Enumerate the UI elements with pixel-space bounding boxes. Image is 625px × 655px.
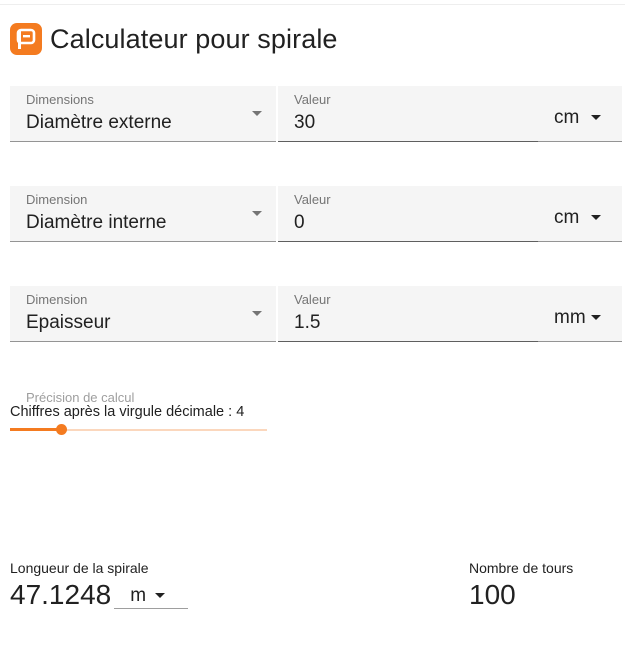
top-divider [0,0,625,5]
precision-slider[interactable] [10,423,267,437]
dropdown-arrow-icon [252,211,262,216]
value-input-label: Valeur [294,192,331,207]
length-result: Longueur de la spirale 47.1248 m [10,560,189,611]
value-input[interactable]: Valeur 1.5 [278,286,538,342]
dropdown-arrow-icon [591,215,601,220]
dropdown-arrow-icon [155,593,166,598]
dropdown-arrow-icon [252,111,262,116]
unit-select[interactable]: cm [538,86,622,142]
dimension-select[interactable]: Dimension Diamètre interne [10,186,276,242]
value-input-text: 0 [294,212,305,233]
length-unit-select[interactable]: m [114,576,189,609]
page-title: Calculateur pour spirale [50,23,338,54]
unit-select[interactable]: mm [538,286,622,342]
precision-slider-label: Chiffres après la virgule décimale : 4 [10,404,245,420]
dropdown-arrow-icon [591,115,601,120]
value-input[interactable]: Valeur 0 [278,186,538,242]
unit-select-value: mm [554,307,586,328]
value-input-text: 30 [294,112,316,133]
dimension-select-label: Dimension [26,192,88,207]
input-row-outer-diameter: Dimensions Diamètre externe Valeur 30 cm [10,86,622,142]
dropdown-arrow-icon [591,315,601,320]
dimension-select-label: Dimensions [26,92,94,107]
length-label: Longueur de la spirale [10,560,149,576]
unit-select[interactable]: cm [538,186,622,242]
value-input-label: Valeur [294,292,331,307]
length-value: 47.1248 [10,579,112,610]
slider-fill [10,428,61,431]
precision-control: Précision de calcul Chiffres après la vi… [10,390,280,440]
unit-select-value: cm [554,107,580,128]
dimension-select[interactable]: Dimension Epaisseur [10,286,276,342]
dimension-select-value: Epaisseur [26,312,111,333]
dimension-select-value: Diamètre interne [26,212,167,233]
unit-select-value: cm [554,207,580,228]
precision-label: Précision de calcul [26,390,135,405]
value-input-label: Valeur [294,92,331,107]
slider-thumb[interactable] [55,424,67,435]
input-row-inner-diameter: Dimension Diamètre interne Valeur 0 cm [10,186,622,242]
value-input[interactable]: Valeur 30 [278,86,538,142]
length-unit-value: m [130,585,147,606]
input-row-thickness: Dimension Epaisseur Valeur 1.5 mm [10,286,622,342]
dimension-select-label: Dimension [26,292,88,307]
dropdown-arrow-icon [252,311,262,316]
dimension-select-value: Diamètre externe [26,112,172,133]
app-logo-icon [10,23,42,55]
turns-result: Nombre de tours 100 [469,560,573,611]
turns-label: Nombre de tours [469,560,574,576]
value-input-text: 1.5 [294,312,321,333]
dimension-select[interactable]: Dimensions Diamètre externe [10,86,276,142]
app-header: Calculateur pour spirale [10,22,338,56]
turns-value: 100 [469,579,516,610]
